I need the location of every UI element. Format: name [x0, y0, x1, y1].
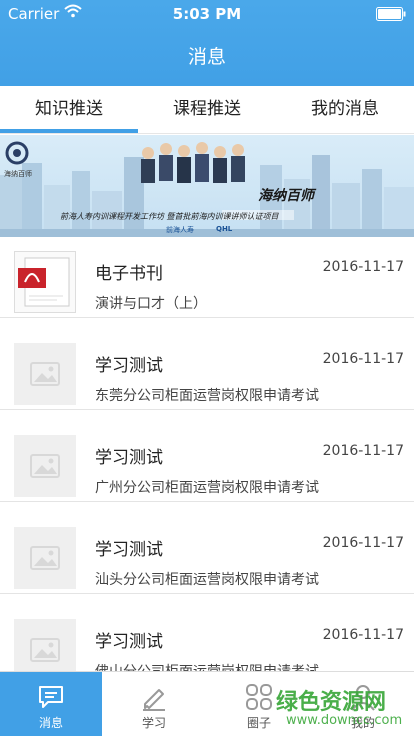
banner-brand-2: QHL: [216, 225, 233, 233]
status-time: 5:03 PM: [172, 5, 242, 23]
item-subtitle: 演讲与口才（上）: [95, 296, 207, 312]
status-bar: Carrier 5:03 PM: [0, 0, 414, 30]
item-date: 2016-11-17: [322, 535, 404, 551]
edit-icon: [143, 689, 165, 711]
watermark-url: www.downcc.com: [286, 713, 403, 728]
list-item[interactable]: 学习测试 2016-11-17 广州分公司柜面运营岗权限申请考试: [0, 421, 414, 502]
image-placeholder-icon: [14, 527, 76, 589]
item-title: 学习测试: [95, 632, 163, 652]
promo-banner[interactable]: 海纳百师 海纳百师 前海人寿内训课程开发工作坊 暨首批前海内训课讲师认证项目 前…: [0, 135, 414, 237]
item-title: 学习测试: [95, 540, 163, 560]
banner-logo-text: 海纳百师: [4, 170, 32, 178]
tabbar-study[interactable]: 学习: [102, 672, 206, 736]
haina-logo-icon: [5, 141, 29, 165]
list-item[interactable]: 学习测试 2016-11-17 东莞分公司柜面运营岗权限申请考试: [0, 329, 414, 410]
item-subtitle: 汕头分公司柜面运营岗权限申请考试: [95, 572, 319, 588]
battery-icon: [376, 7, 406, 21]
tabbar-label: 学习: [141, 716, 166, 730]
tabbar-messages[interactable]: 消息: [0, 672, 102, 736]
pdf-icon: [14, 251, 76, 313]
banner-brand-1: 前海人寿: [166, 226, 194, 234]
watermark-main: 绿色资源网: [276, 690, 387, 715]
active-tab-indicator: [0, 129, 138, 133]
message-icon: [39, 686, 63, 708]
tab-knowledge-push[interactable]: 知识推送: [0, 86, 138, 134]
item-date: 2016-11-17: [322, 259, 404, 275]
image-placeholder-icon: [14, 435, 76, 497]
page-title: 消息: [187, 46, 226, 68]
tabbar-label: 消息: [38, 716, 63, 730]
item-date: 2016-11-17: [322, 627, 404, 643]
banner-title: 海纳百师: [258, 188, 314, 204]
list-item[interactable]: 学习测试 2016-11-17 汕头分公司柜面运营岗权限申请考试: [0, 513, 414, 594]
image-placeholder-icon: [14, 343, 76, 405]
item-title: 学习测试: [95, 448, 163, 468]
item-subtitle: 广州分公司柜面运营岗权限申请考试: [95, 480, 319, 496]
header: Carrier 5:03 PM 消息: [0, 0, 414, 86]
segment-tabs: 知识推送 课程推送 我的消息: [0, 86, 414, 134]
list-item[interactable]: 电子书刊 2016-11-17 演讲与口才（上）: [0, 237, 414, 318]
item-subtitle: 东莞分公司柜面运营岗权限申请考试: [95, 388, 319, 404]
item-date: 2016-11-17: [322, 443, 404, 459]
site-watermark: 绿色资源网 www.downcc.com: [272, 680, 412, 734]
item-title: 学习测试: [95, 356, 163, 376]
tab-my-messages[interactable]: 我的消息: [276, 86, 414, 134]
item-date: 2016-11-17: [322, 351, 404, 367]
grid-icon: [246, 684, 272, 710]
banner-subtitle: 前海人寿内训课程开发工作坊 暨首批前海内训课讲师认证项目: [60, 212, 279, 221]
tab-course-push[interactable]: 课程推送: [138, 86, 276, 134]
item-title: 电子书刊: [95, 264, 163, 284]
